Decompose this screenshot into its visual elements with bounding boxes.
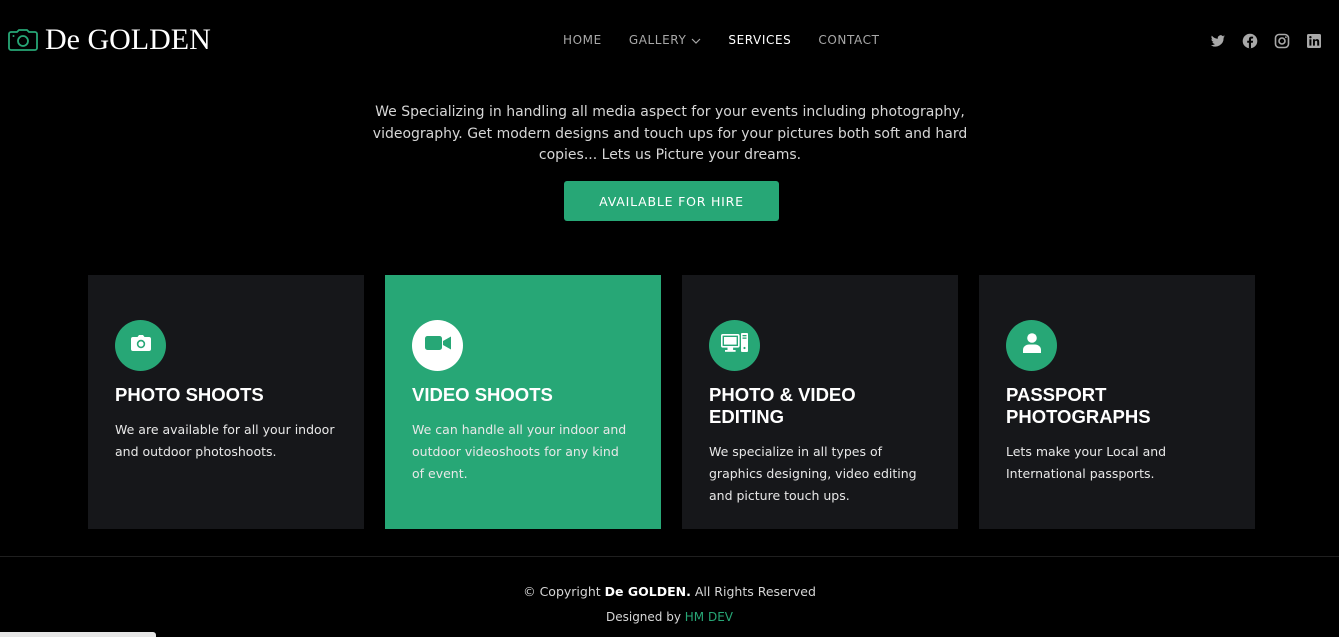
- nav-gallery[interactable]: GALLERY: [629, 32, 702, 48]
- chevron-down-icon: [691, 32, 701, 48]
- linkedin-icon[interactable]: [1306, 33, 1322, 49]
- service-title: PHOTO SHOOTS: [115, 384, 264, 405]
- copyright-suffix: All Rights Reserved: [694, 584, 816, 599]
- copyright: © Copyright De GOLDEN. All Rights Reserv…: [0, 584, 1339, 600]
- nav-home-label: HOME: [563, 33, 602, 47]
- service-title: VIDEO SHOOTS: [412, 384, 553, 405]
- facebook-icon[interactable]: [1242, 33, 1258, 49]
- service-description: We can handle all your indoor and outdoo…: [412, 422, 627, 481]
- service-card-passport-photographs: PASSPORT PHOTOGRAPHS Lets make your Loca…: [979, 275, 1255, 529]
- twitter-icon[interactable]: [1210, 33, 1226, 49]
- service-title: PHOTO & VIDEO EDITING: [709, 384, 856, 427]
- service-description: We are available for all your indoor and…: [115, 422, 335, 459]
- service-description: We specialize in all types of graphics d…: [709, 444, 917, 503]
- nav-services[interactable]: SERVICES: [728, 32, 791, 48]
- credits-prefix: Designed by: [605, 610, 681, 624]
- main-nav: HOME GALLERY SERVICES CONTACT: [563, 32, 907, 48]
- brand-name: De GOLDEN: [45, 23, 211, 56]
- service-card-photo-video-editing: PHOTO & VIDEO EDITING We specialize in a…: [682, 275, 958, 529]
- copyright-brand: De GOLDEN.: [604, 584, 691, 599]
- service-icon-circle: [1006, 320, 1057, 371]
- nav-contact-label: CONTACT: [818, 33, 880, 47]
- person-icon: [1022, 333, 1041, 358]
- brand-logo-link[interactable]: De GOLDEN: [8, 22, 211, 58]
- nav-contact[interactable]: CONTACT: [818, 32, 879, 48]
- service-card-photo-shoots: PHOTO SHOOTS We are available for all yo…: [88, 275, 364, 529]
- instagram-icon[interactable]: [1274, 33, 1290, 49]
- horizontal-scrollbar[interactable]: [0, 632, 156, 637]
- available-for-hire-button[interactable]: AVAILABLE FOR HIRE: [564, 181, 779, 221]
- camera-icon: [130, 335, 151, 356]
- service-card-video-shoots: VIDEO SHOOTS We can handle all your indo…: [385, 275, 661, 529]
- hire-button-label: AVAILABLE FOR HIRE: [599, 193, 744, 209]
- service-title: PASSPORT PHOTOGRAPHS: [1006, 384, 1151, 427]
- intro-text: We Specializing in handling all media as…: [372, 104, 968, 163]
- service-icon-circle: [709, 320, 760, 371]
- credits: Designed by HM DEV: [0, 609, 1339, 625]
- video-camera-icon: [424, 335, 451, 356]
- pc-display-icon: [720, 332, 749, 359]
- nav-services-label: SERVICES: [728, 33, 792, 47]
- footer-divider: [0, 556, 1339, 557]
- camera-icon: [8, 29, 38, 51]
- service-icon-circle: [115, 320, 166, 371]
- copyright-prefix: © Copyright: [523, 584, 601, 599]
- service-description: Lets make your Local and International p…: [1006, 444, 1167, 481]
- header: De GOLDEN HOME GALLERY SERVICES CONTACT: [0, 0, 1339, 80]
- service-icon-circle: [412, 320, 463, 371]
- designer-link[interactable]: HM DEV: [685, 610, 733, 624]
- nav-gallery-label: GALLERY: [628, 33, 687, 47]
- nav-home[interactable]: HOME: [563, 32, 602, 48]
- social-links: [1194, 33, 1322, 49]
